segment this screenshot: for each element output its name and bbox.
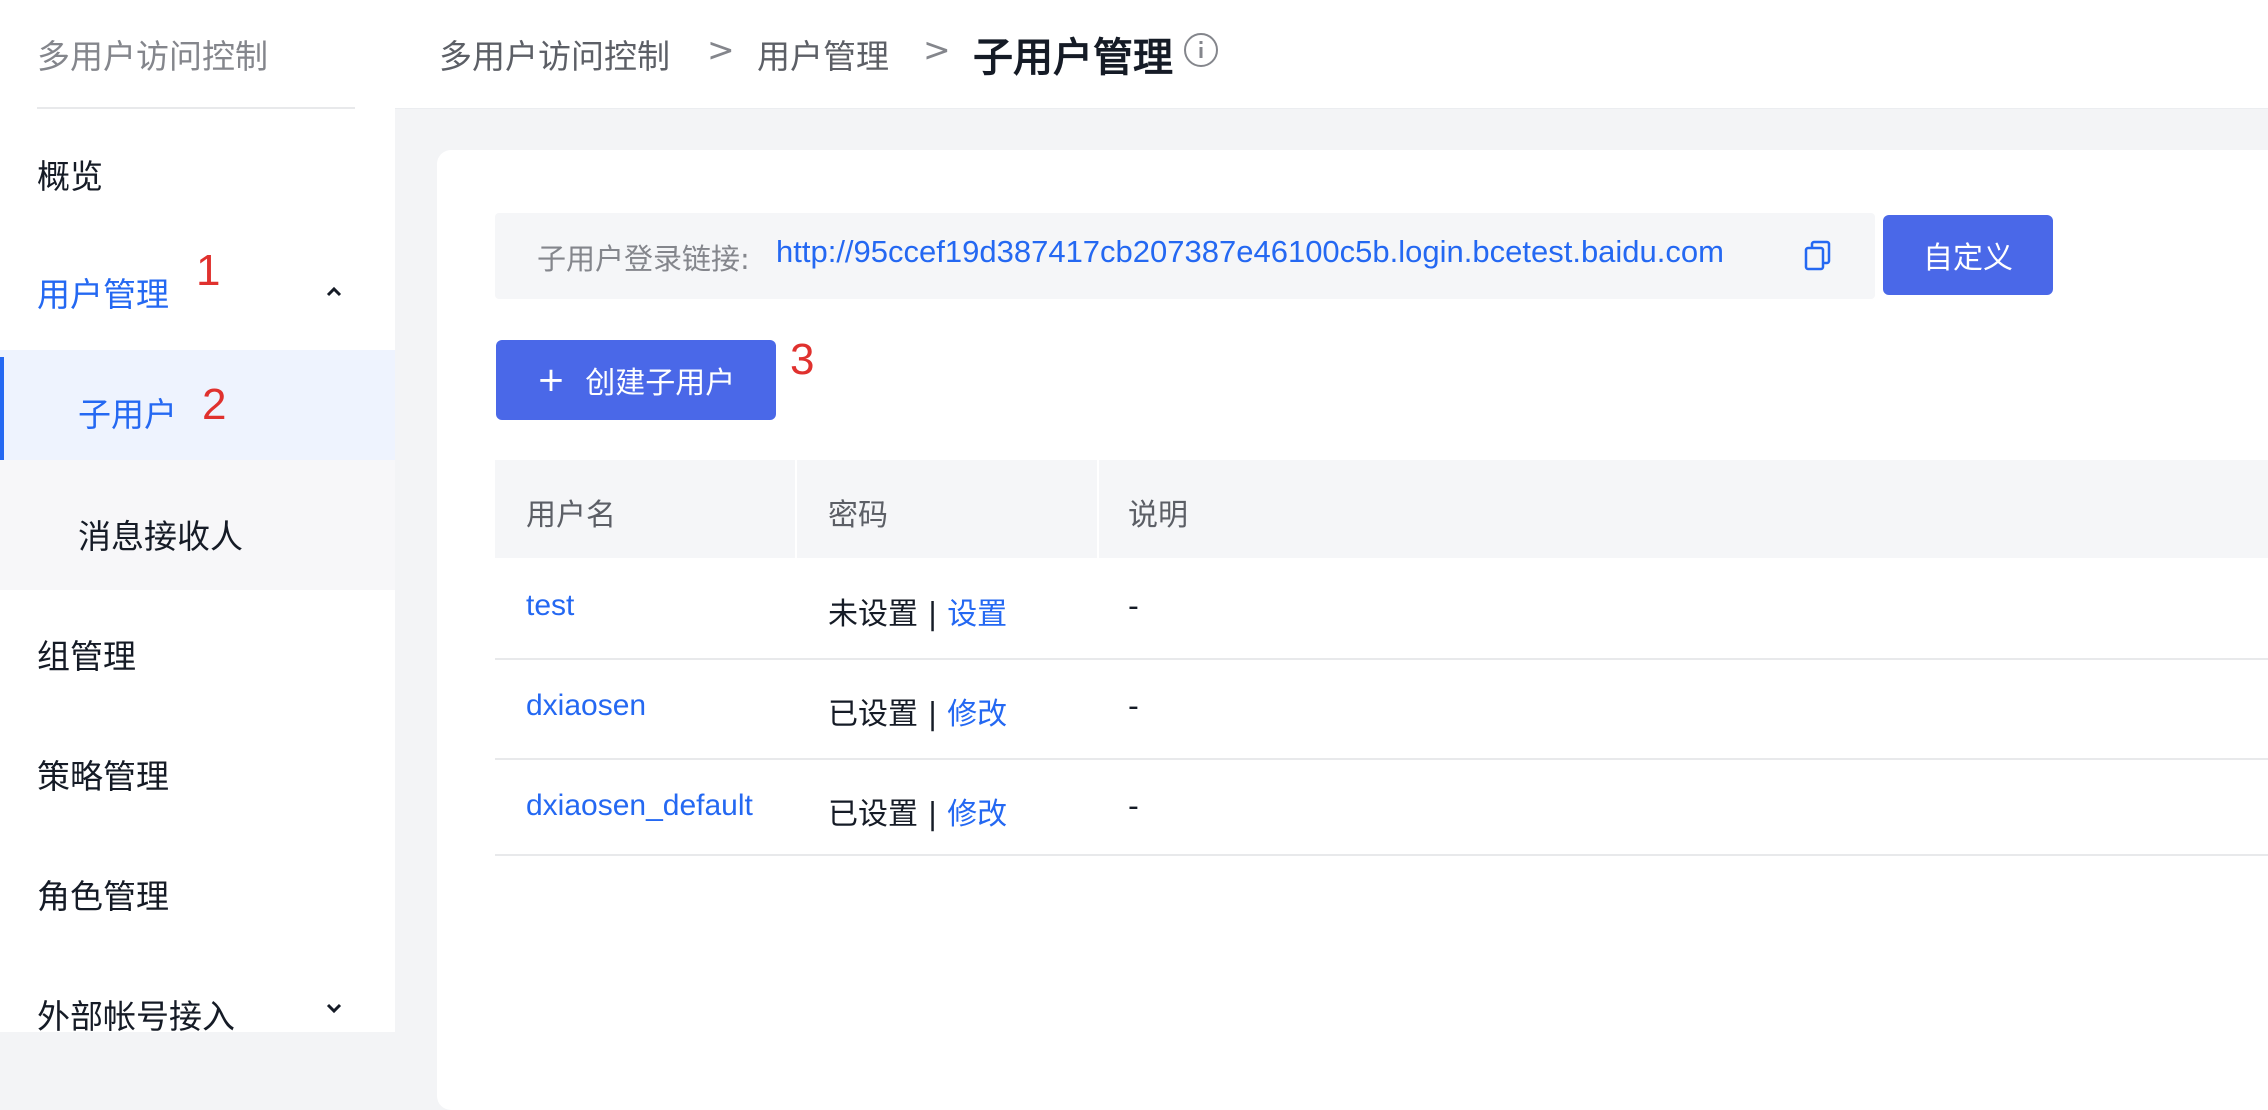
- login-link-label: 子用户登录链接:: [537, 242, 750, 276]
- sidebar-item-policy-management[interactable]: 策略管理: [37, 750, 169, 798]
- username-link[interactable]: test: [526, 589, 574, 623]
- customize-button[interactable]: 自定义: [1883, 215, 2053, 295]
- breadcrumb-separator: >: [707, 30, 735, 69]
- header: 多用户访问控制 > 用户管理 > 子用户管理: [395, 0, 2268, 108]
- annotation-1: 1: [196, 246, 221, 295]
- create-sub-user-button[interactable]: + 创建子用户: [496, 340, 776, 420]
- modify-password-link[interactable]: 修改: [947, 697, 1007, 732]
- sidebar-divider: [37, 107, 355, 109]
- create-sub-user-label: 创建子用户: [585, 366, 736, 401]
- annotation-3: 3: [790, 335, 815, 384]
- breadcrumb-separator: >: [923, 30, 951, 69]
- column-header-description: 说明: [1128, 498, 1188, 533]
- plus-icon: +: [536, 360, 566, 400]
- submenu-active-bg: [0, 350, 395, 460]
- chevron-up-icon[interactable]: [326, 284, 342, 300]
- sidebar-item-group-management[interactable]: 组管理: [37, 630, 136, 678]
- annotation-2: 2: [202, 380, 227, 429]
- info-icon[interactable]: [1183, 32, 1219, 68]
- password-cell: 已设置 | 修改: [828, 789, 1007, 833]
- username-link[interactable]: dxiaosen: [526, 689, 646, 723]
- sidebar-item-role-management[interactable]: 角色管理: [37, 870, 169, 918]
- sidebar-title: 多用户访问控制: [37, 37, 268, 76]
- password-status: 已设置 |: [828, 697, 948, 732]
- modify-password-link[interactable]: 修改: [947, 797, 1007, 832]
- description-cell: -: [1128, 589, 1139, 624]
- password-status: 已设置 |: [828, 797, 948, 832]
- password-cell: 已设置 | 修改: [828, 689, 1007, 733]
- column-header-password: 密码: [828, 498, 888, 533]
- chevron-down-icon[interactable]: [326, 1000, 342, 1016]
- row-divider: [495, 854, 2268, 856]
- password-cell: 未设置 | 设置: [828, 589, 1007, 633]
- row-divider: [495, 658, 2268, 660]
- column-divider: [795, 460, 797, 558]
- sidebar-item-sub-user[interactable]: 子用户: [78, 388, 177, 436]
- column-header-username: 用户名: [526, 498, 616, 533]
- sidebar-item-external-account[interactable]: 外部帐号接入: [37, 990, 235, 1038]
- sidebar: 多用户访问控制 概览 用户管理 1 子用户 2 消息接收人 组管理 策略管理 角…: [0, 0, 395, 1036]
- sidebar-item-message-receiver[interactable]: 消息接收人: [78, 510, 243, 558]
- description-cell: -: [1128, 689, 1139, 724]
- page-title: 子用户管理: [973, 35, 1173, 81]
- breadcrumb-root[interactable]: 多用户访问控制: [439, 30, 670, 78]
- description-cell: -: [1128, 789, 1139, 824]
- password-status: 未设置 |: [828, 597, 948, 632]
- sidebar-item-user-management[interactable]: 用户管理: [37, 268, 169, 316]
- row-divider: [495, 758, 2268, 760]
- username-link[interactable]: dxiaosen_default: [526, 789, 753, 823]
- breadcrumb-parent[interactable]: 用户管理: [757, 30, 889, 78]
- set-password-link[interactable]: 设置: [947, 597, 1007, 632]
- copy-icon[interactable]: [1803, 239, 1833, 271]
- sidebar-item-overview[interactable]: 概览: [37, 150, 103, 198]
- active-indicator: [0, 357, 4, 460]
- column-divider: [1097, 460, 1099, 558]
- table-header: [495, 460, 2268, 558]
- login-link-url[interactable]: http://95ccef19d387417cb207387e46100c5b.…: [776, 234, 1724, 270]
